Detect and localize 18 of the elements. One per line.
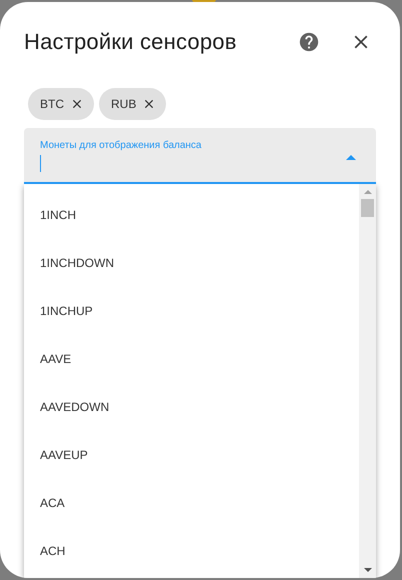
list-item[interactable]: ACA [24,479,359,527]
scrollbar-thumb[interactable] [361,199,374,217]
dialog-title: Настройки сенсоров [24,29,238,55]
dropdown-arrow-icon [346,155,356,160]
remove-icon[interactable] [70,97,84,111]
list-item[interactable]: 1INCH [24,191,359,239]
chip[interactable]: BTC [28,88,94,120]
list-item[interactable]: AAVEDOWN [24,383,359,431]
list-item[interactable]: AAVEUP [24,431,359,479]
scroll-down-icon[interactable] [364,568,372,572]
list-item[interactable]: AAVE [24,335,359,383]
scrollbar[interactable] [359,184,376,578]
chip[interactable]: RUB [99,88,166,120]
text-cursor [40,155,41,172]
list-item[interactable]: ACH [24,527,359,575]
list-item[interactable]: 1INCHDOWN [24,239,359,287]
help-icon[interactable] [298,31,320,53]
list-item[interactable]: 1INCHUP [24,287,359,335]
